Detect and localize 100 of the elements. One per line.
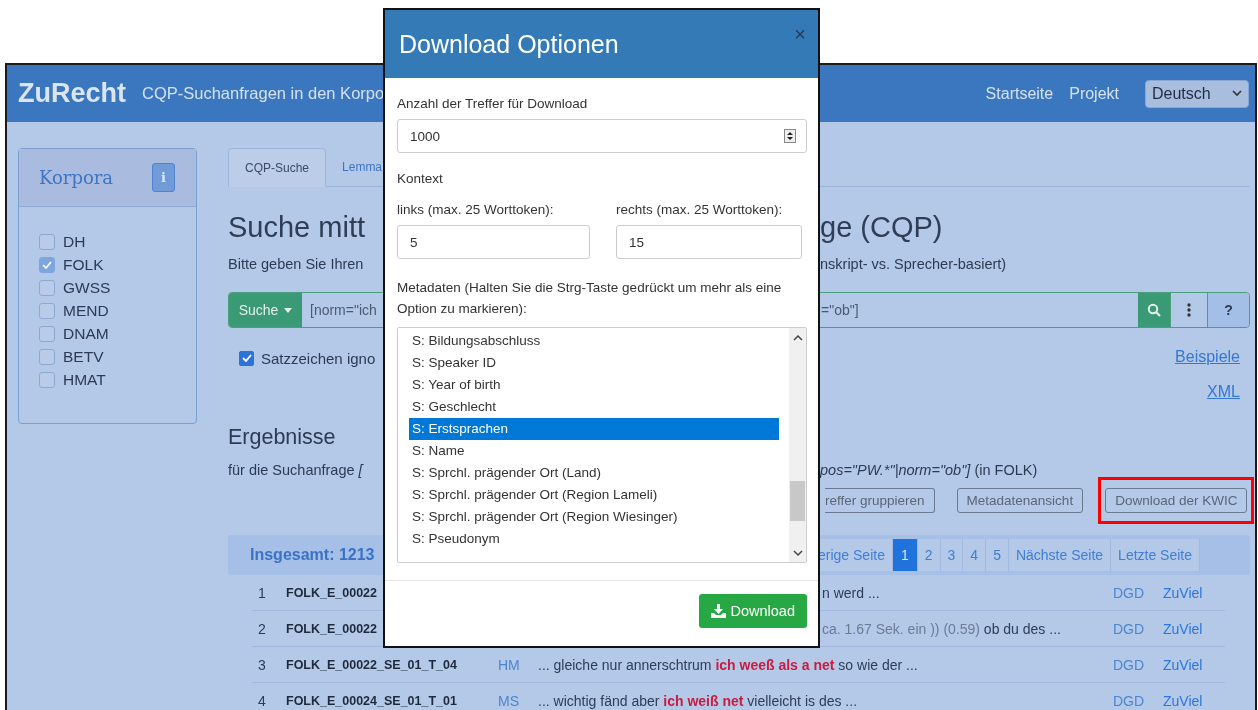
- action-link[interactable]: ZuViel: [1163, 620, 1223, 637]
- checkbox[interactable]: [39, 372, 55, 388]
- corpus-label: DH: [63, 233, 86, 251]
- help-button[interactable]: ?: [1207, 293, 1249, 327]
- field-label: Metadaten (Halten Sie die Strg-Taste gedrückt um mehr als eine Option zu markieren):: [397, 279, 783, 318]
- check-icon: [241, 354, 252, 362]
- brand-title[interactable]: ZuRecht: [18, 78, 126, 109]
- spinner-icon[interactable]: [784, 129, 796, 143]
- kwic-text: ... wichtig fänd aber ich weiß net vielleicht is des ...: [538, 692, 858, 709]
- query-description: für die Suchanfrage [: [228, 462, 365, 478]
- page-link[interactable]: 4: [963, 539, 987, 571]
- speaker-link[interactable]: HM: [498, 656, 520, 673]
- kwic-text: ... gleiche nur annerschtrum ich weeß als a net so wie der ...: [538, 656, 918, 673]
- input-field[interactable]: 15: [616, 225, 802, 259]
- kebab-icon: [1187, 303, 1191, 317]
- section-heading: Ergebnisse: [228, 425, 336, 451]
- check-icon: [42, 261, 52, 269]
- language-select[interactable]: Deutsch: [1145, 79, 1249, 108]
- download-icon: [710, 604, 726, 618]
- row-number: 4: [257, 692, 267, 709]
- chevron-down-icon[interactable]: [792, 550, 803, 557]
- action-link[interactable]: ZuViel: [1163, 692, 1223, 709]
- chevron-down-icon: [1232, 90, 1242, 97]
- checkbox[interactable]: [39, 349, 55, 365]
- input-field[interactable]: 5: [397, 225, 590, 259]
- page-link[interactable]: 5: [986, 539, 1009, 571]
- nav-link[interactable]: Startseite: [985, 84, 1054, 103]
- corpus-label: GWSS: [63, 279, 111, 297]
- corpus-label: FOLK: [63, 256, 104, 274]
- checkbox[interactable]: [39, 303, 55, 319]
- page-link[interactable]: 1: [892, 539, 918, 571]
- corpus-label: BETV: [63, 348, 104, 366]
- source-link[interactable]: DGD: [1113, 584, 1163, 601]
- nav-link[interactable]: Projekt: [1069, 84, 1119, 103]
- corpus-label: MEND: [63, 302, 109, 320]
- field-label: rechts (max. 25 Worttoken):: [616, 202, 784, 217]
- source-link[interactable]: DGD: [1113, 620, 1163, 637]
- checkbox[interactable]: [39, 234, 55, 250]
- download-button[interactable]: Download: [698, 594, 807, 628]
- source-link[interactable]: DGD: [1113, 692, 1163, 709]
- source-link[interactable]: DGD: [1113, 656, 1163, 673]
- page-heading: ge (CQP): [820, 210, 944, 244]
- site-subtitle: CQP-Suchanfragen in den Korpo: [142, 84, 385, 103]
- search-button[interactable]: [1138, 293, 1170, 327]
- list-option[interactable]: S: Name: [409, 440, 779, 462]
- corpus-label: HMAT: [63, 371, 106, 389]
- caret-icon: [284, 307, 293, 313]
- action-link[interactable]: ZuViel: [1163, 656, 1223, 673]
- link[interactable]: Beispiele: [1175, 348, 1240, 366]
- row-number: 2: [257, 620, 267, 637]
- number-field[interactable]: 1000: [397, 119, 807, 153]
- section-label: Kontext: [397, 171, 444, 186]
- action-link[interactable]: ZuViel: [1163, 584, 1223, 601]
- dialog-title: Download Optionen: [399, 29, 619, 59]
- scrollbar-thumb[interactable]: [790, 480, 805, 521]
- link[interactable]: XML: [1207, 383, 1240, 401]
- row-number: 3: [257, 656, 267, 673]
- search-icon: [1147, 303, 1161, 317]
- page-heading: Suche mitt: [228, 210, 366, 244]
- checkbox[interactable]: [39, 280, 55, 296]
- page-link[interactable]: Nächste Seite: [1008, 539, 1112, 571]
- corpus-label: DNAM: [63, 325, 109, 343]
- list-option[interactable]: S: Geschlecht: [409, 396, 779, 418]
- list-option[interactable]: S: Sprchl. prägender Ort (Land): [409, 462, 779, 484]
- total-count: Insgesamt: 1213: [249, 546, 376, 564]
- speaker-link[interactable]: MS: [498, 692, 519, 709]
- field-label: Anzahl der Treffer für Download: [397, 96, 589, 111]
- outline-button[interactable]: Download der KWIC: [1105, 487, 1248, 513]
- query-description: pos="PW.*"|norm="ob"] (in FOLK): [820, 462, 1039, 478]
- checkbox[interactable]: [39, 326, 55, 342]
- checkbox[interactable]: [39, 257, 55, 273]
- outline-button[interactable]: Metadatenansicht: [956, 487, 1084, 513]
- row-number: 1: [257, 584, 267, 601]
- transcript-id: FOLK_E_00022_SE_01_T_04: [286, 657, 458, 672]
- transcript-id: FOLK_E_00022: [286, 621, 379, 636]
- intro-text: Bitte geben Sie Ihren: [228, 256, 365, 272]
- page-link[interactable]: 2: [917, 539, 941, 571]
- outline-button[interactable]: reffer gruppieren: [825, 487, 935, 513]
- list-option[interactable]: S: Speaker ID: [409, 352, 779, 374]
- search-mode-button[interactable]: Suche: [229, 293, 302, 327]
- list-option[interactable]: S: Erstsprachen: [409, 418, 779, 440]
- checkbox-label: Satzzeichen igno: [261, 349, 376, 367]
- page-link[interactable]: Letzte Seite: [1111, 539, 1201, 571]
- transcript-id: FOLK_E_00022: [286, 585, 379, 600]
- checkbox[interactable]: [239, 350, 254, 366]
- tab[interactable]: CQP-Suche: [228, 148, 327, 187]
- kwic-text: n werd ...: [822, 584, 880, 601]
- info-button[interactable]: i: [152, 163, 175, 192]
- kwic-text: ca. 1.67 Sek. ein )) (0.59) ob du des ...: [822, 620, 1061, 637]
- panel-title: Korpora: [39, 167, 114, 188]
- close-button[interactable]: ×: [790, 24, 810, 44]
- list-option[interactable]: S: Sprchl. prägender Ort (Region Lameli): [409, 484, 779, 506]
- list-option[interactable]: S: Bildungsabschluss: [409, 330, 779, 352]
- page-link[interactable]: 3: [940, 539, 964, 571]
- field-label: links (max. 25 Worttoken):: [397, 202, 555, 217]
- chevron-up-icon[interactable]: [792, 334, 803, 341]
- list-option[interactable]: S: Year of birth: [409, 374, 779, 396]
- list-option[interactable]: S: Sprchl. prägender Ort (Region Wiesinger): [409, 506, 779, 528]
- list-option[interactable]: S: Pseudonym: [409, 528, 779, 550]
- scrollbar[interactable]: [789, 328, 806, 562]
